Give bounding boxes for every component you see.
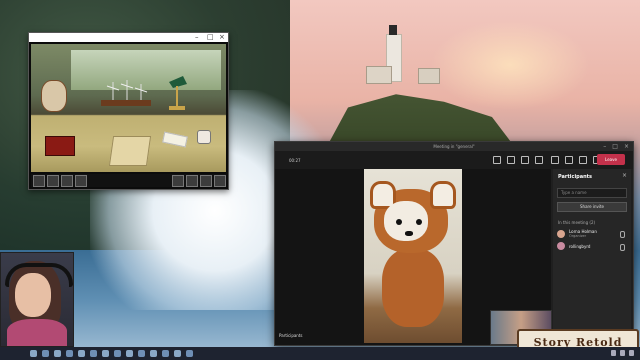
inventory-slot[interactable] bbox=[200, 174, 212, 187]
avatar bbox=[557, 242, 565, 250]
leave-button[interactable]: Leave bbox=[597, 154, 625, 165]
steam-icon[interactable] bbox=[138, 350, 145, 357]
inventory-slot[interactable] bbox=[61, 174, 73, 187]
avatar bbox=[557, 229, 565, 238]
desk-lamp[interactable] bbox=[165, 72, 189, 112]
game-viewport[interactable] bbox=[31, 44, 226, 172]
participant-item[interactable]: Lorna Holman Organizer bbox=[557, 229, 631, 238]
obs-icon[interactable] bbox=[150, 350, 157, 357]
react-icon[interactable] bbox=[521, 156, 529, 164]
people-icon[interactable] bbox=[493, 156, 501, 164]
network-icon[interactable] bbox=[611, 350, 616, 356]
rooms-icon[interactable] bbox=[535, 156, 543, 164]
lighthouse-building bbox=[366, 66, 392, 84]
store-icon[interactable] bbox=[90, 350, 97, 357]
taskbar bbox=[0, 347, 640, 360]
invite-search-input[interactable]: Type a name bbox=[557, 188, 627, 198]
battery-icon[interactable] bbox=[629, 350, 634, 356]
game-window[interactable]: – □ × bbox=[28, 32, 229, 190]
call-titlebar[interactable]: Meeting in "general" – □ × bbox=[275, 142, 633, 151]
participants-panel: Participants × Type a name Share invite … bbox=[553, 169, 631, 345]
spotify-icon[interactable] bbox=[174, 350, 181, 357]
photos-icon[interactable] bbox=[162, 350, 169, 357]
close-icon[interactable]: × bbox=[622, 172, 627, 179]
model-ship[interactable] bbox=[97, 78, 155, 108]
coffee-cup[interactable] bbox=[197, 130, 211, 144]
inventory-slot[interactable] bbox=[33, 174, 45, 187]
inventory-slot[interactable] bbox=[214, 174, 226, 187]
close-icon[interactable]: × bbox=[219, 34, 225, 41]
game-titlebar[interactable]: – □ × bbox=[29, 33, 228, 42]
video-call-window[interactable]: Meeting in "general" – □ × 00:27 Leave P… bbox=[274, 141, 634, 346]
chrome-icon[interactable] bbox=[186, 350, 193, 357]
discord-icon[interactable] bbox=[126, 350, 133, 357]
teams-icon[interactable] bbox=[114, 350, 121, 357]
inventory-bar bbox=[31, 174, 226, 187]
section-label: In this meeting (2) bbox=[558, 220, 596, 225]
mic-icon bbox=[620, 244, 625, 251]
plush-eye bbox=[396, 219, 402, 225]
participant-role: Organizer bbox=[569, 234, 587, 238]
taskbar-icons bbox=[30, 350, 193, 357]
participant-name: rollingbyrd bbox=[569, 243, 591, 249]
sky-glow bbox=[430, 20, 590, 110]
call-title-text: Meeting in "general" bbox=[433, 144, 475, 149]
call-timer: 00:27 bbox=[289, 157, 301, 163]
participant-item[interactable]: rollingbyrd bbox=[557, 242, 631, 251]
maximize-icon[interactable]: □ bbox=[612, 142, 618, 151]
minimize-icon[interactable]: – bbox=[603, 142, 606, 151]
shirt bbox=[7, 319, 67, 346]
panel-title: Participants bbox=[558, 174, 593, 180]
document-paper[interactable] bbox=[108, 136, 152, 166]
main-video-feed[interactable] bbox=[364, 169, 462, 343]
inventory-slot[interactable] bbox=[75, 174, 87, 187]
taskview-icon[interactable] bbox=[54, 350, 61, 357]
plush-body bbox=[382, 249, 444, 327]
volume-icon[interactable] bbox=[620, 350, 625, 356]
start-icon[interactable] bbox=[30, 350, 37, 357]
explorer-icon[interactable] bbox=[66, 350, 73, 357]
lighthouse-building-2 bbox=[418, 68, 440, 84]
search-icon[interactable] bbox=[42, 350, 49, 357]
share-invite-button[interactable]: Share invite bbox=[557, 202, 627, 212]
close-icon[interactable]: × bbox=[624, 142, 629, 151]
participant-name-label: Participants bbox=[279, 333, 303, 338]
mask-object[interactable] bbox=[41, 80, 67, 112]
note-card[interactable] bbox=[162, 131, 188, 148]
inventory-slot[interactable] bbox=[186, 174, 198, 187]
edge-icon[interactable] bbox=[78, 350, 85, 357]
mail-icon[interactable] bbox=[102, 350, 109, 357]
call-toolbar: 00:27 Leave bbox=[275, 151, 633, 169]
inventory-slot[interactable] bbox=[172, 174, 184, 187]
mic-icon bbox=[620, 231, 625, 238]
mic-icon[interactable] bbox=[579, 156, 587, 164]
camera-icon[interactable] bbox=[565, 156, 573, 164]
system-tray bbox=[611, 350, 634, 356]
inventory-slot[interactable] bbox=[47, 174, 59, 187]
red-box[interactable] bbox=[45, 136, 75, 156]
plush-nose bbox=[405, 231, 413, 236]
chat-icon[interactable] bbox=[507, 156, 515, 164]
plush-eye bbox=[416, 219, 422, 225]
webcam-overlay bbox=[0, 252, 74, 347]
video-stage: Participants bbox=[275, 169, 552, 345]
headphones-icon bbox=[5, 263, 73, 287]
minimize-icon[interactable]: – bbox=[195, 34, 201, 41]
plush-ear bbox=[430, 181, 456, 209]
more-icon[interactable] bbox=[551, 156, 559, 164]
maximize-icon[interactable]: □ bbox=[207, 34, 214, 41]
